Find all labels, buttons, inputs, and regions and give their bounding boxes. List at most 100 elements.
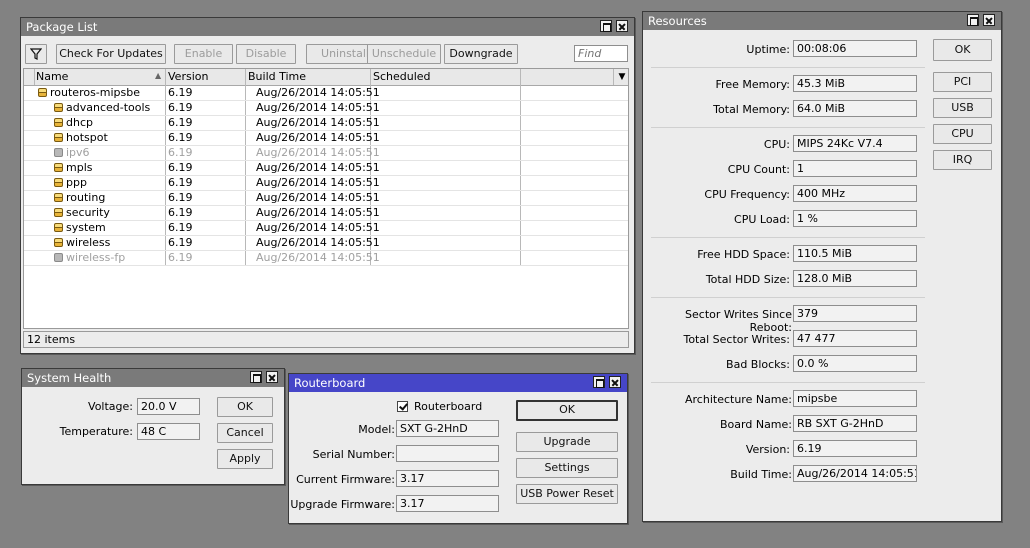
downgrade-button[interactable]: Downgrade (444, 44, 518, 64)
close-icon[interactable] (266, 371, 278, 383)
current-firmware-label: Current Firmware: (296, 473, 395, 486)
close-icon[interactable] (983, 14, 995, 26)
bad-blocks-field[interactable]: 0.0 % (793, 355, 917, 372)
cpu-button[interactable]: CPU (933, 124, 992, 144)
cpu-count-field[interactable]: 1 (793, 160, 917, 177)
build-time-cell: Aug/26/2014 14:05:51 (256, 146, 380, 159)
close-icon[interactable] (609, 376, 621, 388)
filter-button[interactable] (25, 44, 47, 64)
board-name-label: Board Name: (720, 418, 792, 431)
package-icon (38, 88, 47, 97)
cpu-field[interactable]: MIPS 24Kc V7.4 (793, 135, 917, 152)
architecture-name-field[interactable]: mipsbe (793, 390, 917, 407)
settings-button[interactable]: Settings (516, 458, 618, 478)
table-row[interactable]: mpls 6.19 Aug/26/2014 14:05:51 (24, 160, 628, 176)
table-row[interactable]: routing 6.19 Aug/26/2014 14:05:51 (24, 190, 628, 206)
close-icon[interactable] (616, 20, 628, 32)
usb-button[interactable]: USB (933, 98, 992, 118)
table-row[interactable]: hotspot 6.19 Aug/26/2014 14:05:51 (24, 130, 628, 146)
column-header-version[interactable]: Version (168, 70, 208, 83)
maximize-icon[interactable] (250, 371, 262, 383)
serial-number-label: Serial Number: (312, 448, 395, 461)
voltage-field[interactable]: 20.0 V (137, 398, 200, 415)
version-cell: 6.19 (168, 86, 193, 99)
find-input[interactable] (574, 45, 628, 62)
build-time-cell: Aug/26/2014 14:05:51 (256, 116, 380, 129)
usb-power-reset-button[interactable]: USB Power Reset (516, 484, 618, 504)
version-cell: 6.19 (168, 251, 193, 264)
build-time-field[interactable]: Aug/26/2014 14:05:51 (793, 465, 917, 482)
disable-button[interactable]: Disable (236, 44, 296, 64)
window-title: Package List (26, 20, 98, 34)
unschedule-button[interactable]: Unschedule (367, 44, 441, 64)
upgrade-firmware-field[interactable]: 3.17 (396, 495, 499, 512)
system-health-titlebar[interactable]: System Health (22, 369, 284, 387)
item-count: 12 items (27, 333, 76, 346)
table-header: Name ▲ Version Build Time Scheduled ▼ (24, 69, 628, 86)
build-time-label: Build Time: (730, 468, 792, 481)
total-hdd-size-field[interactable]: 128.0 MiB (793, 270, 917, 287)
uptime-field[interactable]: 00:08:06 (793, 40, 917, 57)
table-row[interactable]: dhcp 6.19 Aug/26/2014 14:05:51 (24, 115, 628, 131)
ok-button[interactable]: OK (516, 400, 618, 421)
table-row[interactable]: ppp 6.19 Aug/26/2014 14:05:51 (24, 175, 628, 191)
cpu-load-field[interactable]: 1 % (793, 210, 917, 227)
column-header-build-time[interactable]: Build Time (248, 70, 306, 83)
maximize-icon[interactable] (593, 376, 605, 388)
build-time-cell: Aug/26/2014 14:05:51 (256, 236, 380, 249)
sector-writes-label: Sector Writes Since Reboot: (685, 308, 792, 334)
build-time-cell: Aug/26/2014 14:05:51 (256, 251, 380, 264)
free-hdd-space-field[interactable]: 110.5 MiB (793, 245, 917, 262)
model-field[interactable]: SXT G-2HnD (396, 420, 499, 437)
version-label: Version: (745, 443, 790, 456)
maximize-icon[interactable] (967, 14, 979, 26)
package-icon (54, 163, 63, 172)
routerboard-checkbox-label: Routerboard (414, 400, 483, 413)
version-cell: 6.19 (168, 101, 193, 114)
table-row[interactable]: advanced-tools 6.19 Aug/26/2014 14:05:51 (24, 100, 628, 116)
check-for-updates-button[interactable]: Check For Updates (56, 44, 166, 64)
routerboard-titlebar[interactable]: Routerboard (289, 374, 627, 392)
column-header-name[interactable]: Name (36, 70, 68, 83)
ok-button[interactable]: OK (217, 397, 273, 417)
table-row[interactable]: security 6.19 Aug/26/2014 14:05:51 (24, 205, 628, 221)
package-icon (54, 238, 63, 247)
irq-button[interactable]: IRQ (933, 150, 992, 170)
version-cell: 6.19 (168, 131, 193, 144)
cpu-frequency-field[interactable]: 400 MHz (793, 185, 917, 202)
version-field[interactable]: 6.19 (793, 440, 917, 457)
package-list-titlebar[interactable]: Package List (21, 18, 634, 36)
version-cell: 6.19 (168, 146, 193, 159)
total-sector-writes-field[interactable]: 47 477 (793, 330, 917, 347)
build-time-cell: Aug/26/2014 14:05:51 (256, 161, 380, 174)
maximize-icon[interactable] (600, 20, 612, 32)
architecture-name-label: Architecture Name: (685, 393, 792, 406)
version-cell: 6.19 (168, 116, 193, 129)
pci-button[interactable]: PCI (933, 72, 992, 92)
apply-button[interactable]: Apply (217, 449, 273, 469)
column-menu-dropdown-icon[interactable]: ▼ (613, 69, 628, 85)
temperature-field[interactable]: 48 C (137, 423, 200, 440)
total-memory-field[interactable]: 64.0 MiB (793, 100, 917, 117)
table-row[interactable]: routeros-mipsbe 6.19 Aug/26/2014 14:05:51 (24, 85, 628, 101)
package-icon (54, 103, 63, 112)
total-sector-writes-label: Total Sector Writes: (683, 333, 790, 346)
window-title: Resources (648, 14, 707, 28)
board-name-field[interactable]: RB SXT G-2HnD (793, 415, 917, 432)
routerboard-checkbox[interactable] (397, 401, 408, 412)
table-row[interactable]: wireless-fp 6.19 Aug/26/2014 14:05:51 (24, 250, 628, 266)
current-firmware-field[interactable]: 3.17 (396, 470, 499, 487)
table-row[interactable]: wireless 6.19 Aug/26/2014 14:05:51 (24, 235, 628, 251)
table-row[interactable]: ipv6 6.19 Aug/26/2014 14:05:51 (24, 145, 628, 161)
enable-button[interactable]: Enable (174, 44, 233, 64)
resources-titlebar[interactable]: Resources (643, 12, 1001, 30)
ok-button[interactable]: OK (933, 39, 992, 61)
free-memory-label: Free Memory: (715, 78, 790, 91)
sector-writes-field[interactable]: 379 (793, 305, 917, 322)
upgrade-button[interactable]: Upgrade (516, 432, 618, 452)
free-memory-field[interactable]: 45.3 MiB (793, 75, 917, 92)
column-header-scheduled[interactable]: Scheduled (373, 70, 431, 83)
serial-number-field[interactable] (396, 445, 499, 462)
table-row[interactable]: system 6.19 Aug/26/2014 14:05:51 (24, 220, 628, 236)
cancel-button[interactable]: Cancel (217, 423, 273, 443)
